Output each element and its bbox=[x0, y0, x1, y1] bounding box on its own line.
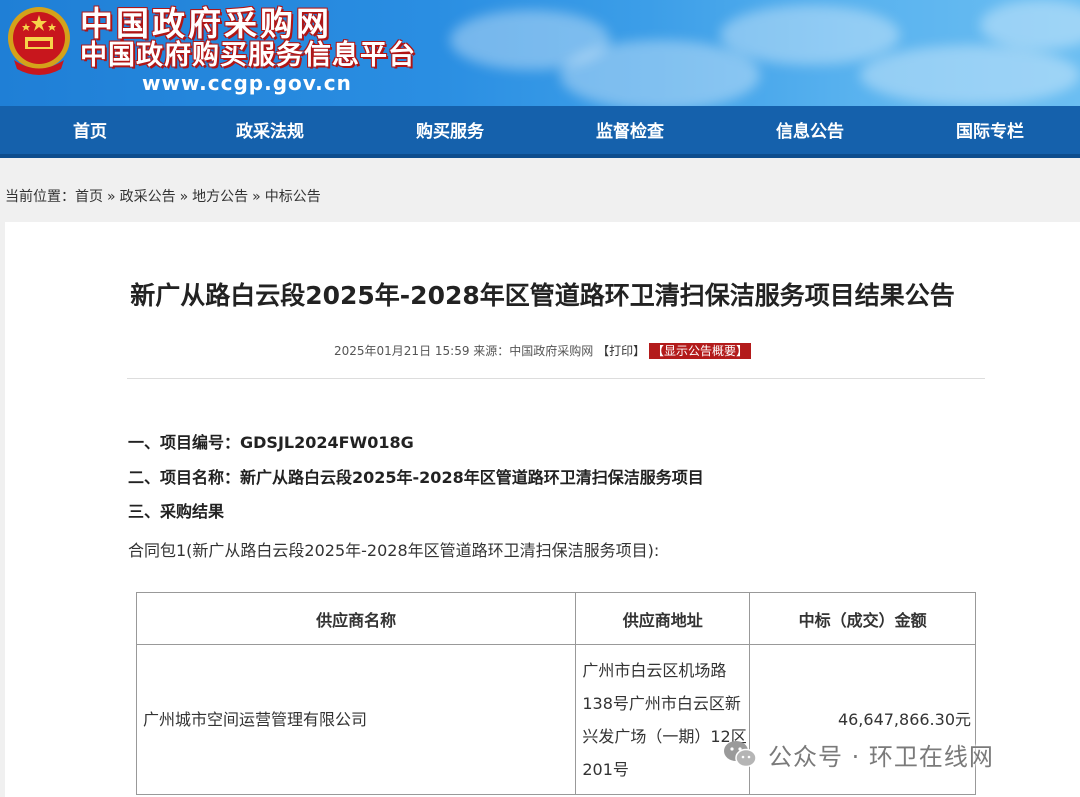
nav-item-purchase-services[interactable]: 购买服务 bbox=[360, 106, 540, 154]
nav-item-supervision[interactable]: 监督检查 bbox=[540, 106, 720, 154]
award-amount-cell: 46,647,866.30元 bbox=[749, 644, 976, 795]
wechat-icon bbox=[724, 741, 757, 768]
breadcrumb-separator: » bbox=[252, 189, 261, 205]
breadcrumb: 当前位置：首页» 政采公告» 地方公告» 中标公告 bbox=[5, 187, 321, 207]
show-summary-button[interactable]: 【显示公告概要】 bbox=[648, 343, 751, 359]
publish-date: 2025年01月21日 15:59 bbox=[333, 344, 470, 358]
site-subtitle: 中国政府购买服务信息平台 bbox=[80, 40, 416, 71]
print-link[interactable]: 【打印】 bbox=[597, 344, 645, 358]
nav-item-announcements[interactable]: 信息公告 bbox=[720, 106, 900, 154]
article-card: 新广从路白云段2025年-2028年区管道路环卫清扫保洁服务项目结果公告 202… bbox=[5, 222, 1080, 797]
breadcrumb-local-notices[interactable]: 地方公告 bbox=[192, 189, 248, 205]
article-title: 新广从路白云段2025年-2028年区管道路环卫清扫保洁服务项目结果公告 bbox=[130, 281, 955, 310]
breadcrumb-award-notices[interactable]: 中标公告 bbox=[265, 189, 321, 205]
breadcrumb-home[interactable]: 首页 bbox=[75, 189, 103, 205]
header-supplier-name: 供应商名称 bbox=[135, 592, 577, 645]
procurement-result-heading: 三、采购结果 bbox=[128, 502, 225, 521]
divider bbox=[127, 378, 985, 379]
project-name: 二、项目名称：新广从路白云段2025年-2028年区管道路环卫清扫保洁服务项目 bbox=[128, 468, 704, 487]
project-number: 一、项目编号：GDSJL2024FW018G bbox=[128, 433, 414, 452]
header-banner: 中国政府采购网 中国政府购买服务信息平台 www.ccgp.gov.cn bbox=[0, 0, 1080, 106]
table-header-row: 供应商名称 供应商地址 中标（成交）金额 bbox=[135, 592, 976, 645]
watermark: 公众号 · 环卫在线网 bbox=[722, 736, 994, 772]
nav-item-international[interactable]: 国际专栏 bbox=[900, 106, 1080, 154]
supplier-address-cell: 广州市白云区机场路138号广州市白云区新兴发广场（一期）12区201号 bbox=[575, 644, 751, 795]
site-url: www.ccgp.gov.cn bbox=[142, 71, 352, 95]
breadcrumb-separator: » bbox=[179, 189, 189, 205]
site-title: 中国政府采购网 bbox=[80, 4, 332, 43]
table-row: 广州城市空间运营管理有限公司 广州市白云区机场路138号广州市白云区新兴发广场（… bbox=[135, 644, 976, 795]
article-meta: 2025年01月21日 15:59 来源：中国政府采购网 【打印】 【显示公告概… bbox=[5, 342, 1080, 360]
national-emblem-icon bbox=[8, 7, 70, 75]
header-award-amount: 中标（成交）金额 bbox=[749, 592, 976, 645]
main-nav: 首页 政采法规 购买服务 监督检查 信息公告 国际专栏 bbox=[0, 106, 1080, 158]
nav-item-regulations[interactable]: 政采法规 bbox=[180, 106, 360, 154]
nav-item-home[interactable]: 首页 bbox=[0, 106, 180, 154]
header-supplier-address: 供应商地址 bbox=[575, 592, 751, 645]
source: 来源：中国政府采购网 bbox=[473, 344, 594, 358]
contract-package-line: 合同包1(新广从路白云段2025年-2028年区管道路环卫清扫保洁服务项目): bbox=[128, 541, 660, 560]
supplier-name-cell: 广州城市空间运营管理有限公司 bbox=[135, 644, 577, 795]
breadcrumb-prefix: 当前位置： bbox=[5, 189, 75, 205]
breadcrumb-procurement-notices[interactable]: 政采公告 bbox=[120, 189, 176, 205]
breadcrumb-separator: » bbox=[107, 189, 116, 205]
watermark-text: 公众号 · 环卫在线网 bbox=[768, 742, 994, 771]
